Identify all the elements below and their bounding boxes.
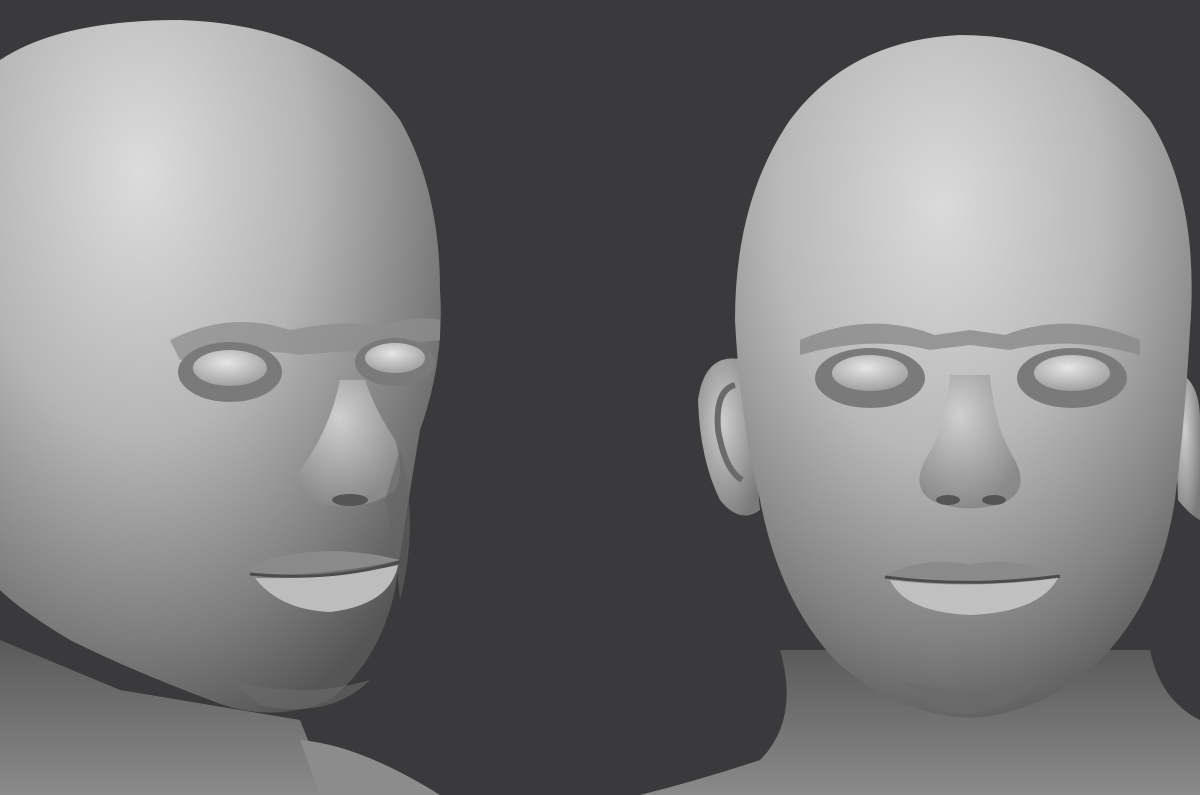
right-sculpt <box>640 35 1200 795</box>
left-sculpt <box>0 20 441 795</box>
right-nostril-left <box>936 495 960 505</box>
right-nostril-right <box>982 495 1006 505</box>
left-eye-2 <box>365 343 425 373</box>
render-canvas <box>0 20 1200 795</box>
left-nostril <box>332 494 368 506</box>
right-eye-2 <box>1034 355 1110 391</box>
sculpt-viewport <box>0 0 1200 795</box>
left-eye-1 <box>193 350 267 386</box>
right-eye-1 <box>832 355 908 391</box>
left-shoulder <box>300 740 440 795</box>
